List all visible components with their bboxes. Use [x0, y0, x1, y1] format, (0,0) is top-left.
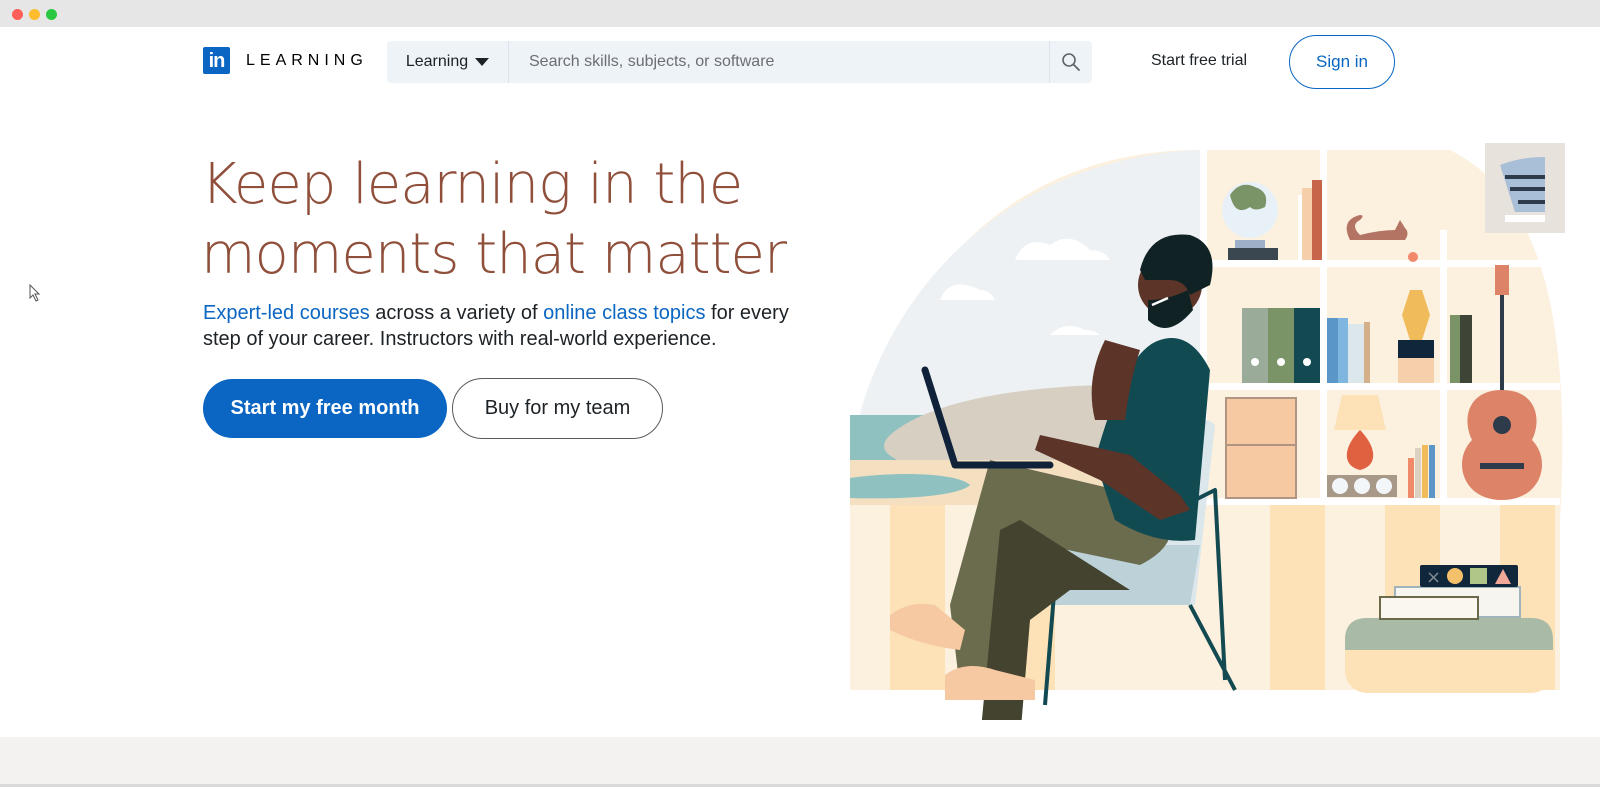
online-class-topics-link[interactable]: online class topics [543, 302, 705, 324]
shapes-toy: × [1420, 565, 1518, 588]
ball-icon [1408, 252, 1418, 262]
hero-illustration: × [850, 143, 1565, 720]
ottoman [1345, 618, 1553, 693]
start-free-month-button[interactable]: Start my free month [203, 379, 447, 438]
logo-wordmark: LEARNING [246, 51, 368, 69]
hero-title: Keep learning in the moments that matter [201, 152, 787, 287]
wall-art [1485, 143, 1565, 233]
globe-icon [1222, 182, 1278, 260]
minimize-window-button[interactable] [29, 9, 40, 20]
book [1415, 448, 1421, 498]
hero-subtitle: Expert-led courses across a variety of o… [203, 300, 823, 352]
expert-led-courses-link[interactable]: Expert-led courses [203, 302, 370, 324]
svg-text:×: × [1426, 567, 1441, 588]
window-titlebar [0, 0, 1600, 27]
binders [1242, 308, 1320, 383]
search-bar: Learning [387, 41, 1092, 83]
mouse-cursor-icon [29, 284, 41, 302]
search-scope-dropdown[interactable]: Learning [387, 41, 509, 83]
book [1364, 322, 1370, 383]
buy-for-team-button[interactable]: Buy for my team [452, 378, 663, 439]
start-free-trial-link[interactable]: Start free trial [1151, 52, 1247, 70]
book [1450, 315, 1460, 383]
book [1422, 445, 1428, 498]
book [1312, 180, 1322, 260]
search-scope-label: Learning [405, 53, 469, 70]
search-icon [1062, 53, 1080, 71]
search-input[interactable] [509, 41, 1049, 83]
linkedin-learning-logo[interactable]: in LEARNING [203, 47, 368, 74]
book [1338, 318, 1348, 383]
caret-down-icon [475, 58, 490, 66]
book [1348, 324, 1364, 383]
site-header: in LEARNING Learning Start free trial Si… [0, 27, 1600, 97]
maximize-window-button[interactable] [46, 9, 57, 20]
book [1379, 596, 1479, 620]
book [1302, 188, 1312, 260]
book [1408, 458, 1414, 498]
drawers [1225, 397, 1297, 499]
book [1327, 318, 1338, 383]
search-button[interactable] [1049, 41, 1092, 83]
linkedin-logo-icon: in [203, 47, 230, 74]
footer-section [0, 737, 1600, 784]
subtitle-text-1: across a variety of [369, 302, 544, 324]
book [1429, 445, 1435, 498]
book [1460, 315, 1472, 383]
sign-in-button[interactable]: Sign in [1289, 35, 1395, 89]
close-window-button[interactable] [12, 9, 23, 20]
